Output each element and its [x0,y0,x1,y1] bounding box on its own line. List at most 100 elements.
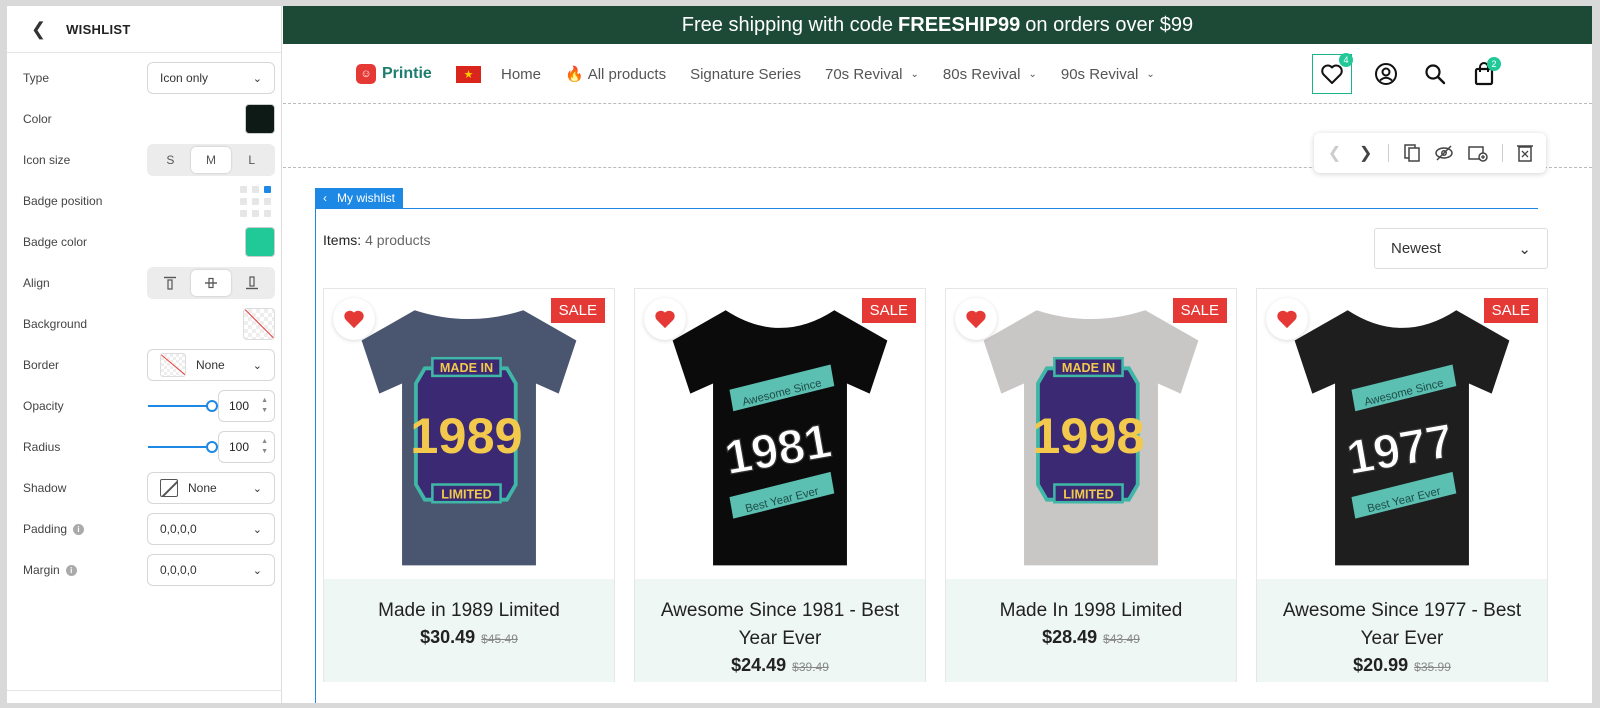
account-button[interactable] [1371,59,1401,89]
nav-70s-revival[interactable]: 70s Revival ⌄ [825,65,919,83]
chevron-down-icon: ⌄ [252,564,262,577]
product-image[interactable]: MADE IN 1998 LIMITED SALE [946,289,1236,579]
nav-90s-revival[interactable]: 90s Revival ⌄ [1061,65,1155,83]
product-card[interactable]: MADE IN 1998 LIMITED SALE Made In 1998 L… [945,288,1237,682]
add-section-icon[interactable] [1468,142,1488,164]
product-name[interactable]: Made In 1998 Limited [946,597,1236,625]
remove-from-wishlist-button[interactable] [955,298,997,340]
size-s-option[interactable]: S [150,147,191,173]
product-name[interactable]: Awesome Since 1977 - Best Year Ever [1257,597,1547,653]
product-price-row: $30.49 $45.49 [324,627,614,648]
nav-90s-label: 90s Revival [1060,65,1139,83]
border-label: Border [23,358,60,372]
hide-icon[interactable] [1434,142,1454,164]
align-top-icon[interactable] [150,270,191,296]
user-icon [1375,63,1397,85]
nav-menu: Home 🔥 All products Signature Series 70s … [501,65,1155,84]
nav-signature-series[interactable]: Signature Series [690,65,801,83]
stepper-icon[interactable]: ▲ ▼ [261,396,268,416]
duplicate-icon[interactable] [1403,142,1420,164]
chevron-down-icon: ⌄ [252,72,262,85]
product-card[interactable]: Awesome Since 1981 Best Year Ever SALE A… [634,288,926,682]
shadow-select[interactable]: None ⌄ [147,472,275,504]
badge-color-swatch[interactable] [245,227,275,257]
tshirt-image: Awesome Since 1981 Best Year Ever [672,310,888,566]
fire-icon: 🔥 [565,66,584,83]
heart-filled-icon [966,310,986,329]
delete-icon[interactable] [1517,142,1534,164]
product-image[interactable]: Awesome Since 1981 Best Year Ever SALE [635,289,925,579]
nav-all-products[interactable]: 🔥 All products [565,65,666,84]
wishlist-button[interactable]: 4 [1312,53,1353,94]
promo-bar: Free shipping with code FREESHIP99 on or… [283,6,1592,44]
vietnam-flag-icon[interactable]: ★ [456,65,481,83]
back-icon[interactable]: ❮ [31,19,46,40]
padding-select[interactable]: 0,0,0,0 ⌄ [147,513,275,545]
product-name[interactable]: Made in 1989 Limited [324,597,614,625]
margin-row: Margin i 0,0,0,0 ⌄ [23,553,275,587]
sale-badge: SALE [1172,298,1227,323]
product-info: Awesome Since 1981 - Best Year Ever $24.… [635,579,925,682]
product-price: $20.99 [1353,655,1409,675]
wishlist-badge: 4 [1339,53,1353,67]
logo[interactable]: ☺ Printie [356,64,432,84]
tshirt-image: MADE IN 1998 LIMITED [983,310,1199,566]
product-image[interactable]: MADE IN 1989 LIMITED SALE [324,289,614,579]
radius-input[interactable]: 100 ▲ ▼ [218,431,275,463]
opacity-input[interactable]: 100 ▲ ▼ [218,390,275,422]
next-icon[interactable]: ❯ [1357,142,1374,164]
opacity-slider[interactable] [148,400,218,412]
info-icon[interactable]: i [73,523,85,535]
sort-select[interactable]: Newest ⌄ [1374,228,1548,269]
icon-size-label: Icon size [23,153,71,167]
remove-from-wishlist-button[interactable] [644,298,686,340]
size-l-option[interactable]: L [231,147,272,173]
product-image[interactable]: Awesome Since 1977 Best Year Ever SALE [1257,289,1547,579]
product-price: $30.49 [420,627,476,647]
prev-icon[interactable]: ❮ [1326,142,1343,164]
background-row: Background [23,307,275,341]
wishlist-section-tag[interactable]: ‹ My wishlist [315,188,404,208]
opacity-slider-knob[interactable] [206,400,218,412]
product-name[interactable]: Awesome Since 1981 - Best Year Ever [635,597,925,653]
badge-position-grid[interactable] [240,185,271,217]
chevron-left-icon: ‹ [323,191,327,205]
product-card[interactable]: MADE IN 1989 LIMITED SALE Made in 1989 L… [323,288,615,682]
product-price: $28.49 [1042,627,1098,647]
type-value: Icon only [160,71,209,85]
chevron-down-icon: ⌄ [910,68,919,80]
margin-select[interactable]: 0,0,0,0 ⌄ [147,554,275,586]
opacity-value: 100 [229,399,250,413]
type-select[interactable]: Icon only ⌄ [147,62,275,94]
stepper-icon[interactable]: ▲ ▼ [261,437,268,457]
promo-code: FREESHIP99 [898,13,1021,36]
sale-badge: SALE [1483,298,1538,323]
info-icon[interactable]: i [65,564,77,576]
sale-badge: SALE [550,298,605,323]
product-card[interactable]: Awesome Since 1977 Best Year Ever SALE A… [1256,288,1548,682]
cart-badge: 2 [1487,57,1501,71]
panel-header: ❮ WISHLIST [7,6,281,53]
cart-button[interactable]: 2 [1469,57,1501,89]
main-nav: ☺ Printie ★ Home 🔥 All products Signature … [283,44,1592,104]
toolbar-separator [1502,144,1503,162]
radius-slider-knob[interactable] [206,441,218,453]
size-m-option[interactable]: M [190,147,232,173]
heart-filled-icon [655,310,675,329]
background-swatch[interactable] [243,308,275,340]
radius-slider[interactable] [148,441,218,453]
search-button[interactable] [1420,59,1450,89]
align-middle-icon[interactable] [190,270,232,296]
nav-home[interactable]: Home [501,65,541,83]
chevron-down-icon: ⌄ [252,359,262,372]
logo-icon: ☺ [356,64,376,84]
badge-color-label: Badge color [23,235,88,249]
color-swatch[interactable] [245,104,275,134]
remove-from-wishlist-button[interactable] [333,298,375,340]
border-select[interactable]: None ⌄ [147,349,275,381]
nav-80s-revival[interactable]: 80s Revival ⌄ [943,65,1037,83]
store-preview: Free shipping with code FREESHIP99 on or… [283,6,1592,703]
product-info: Awesome Since 1977 - Best Year Ever $20.… [1257,579,1547,682]
align-bottom-icon[interactable] [231,270,272,296]
remove-from-wishlist-button[interactable] [1266,298,1308,340]
